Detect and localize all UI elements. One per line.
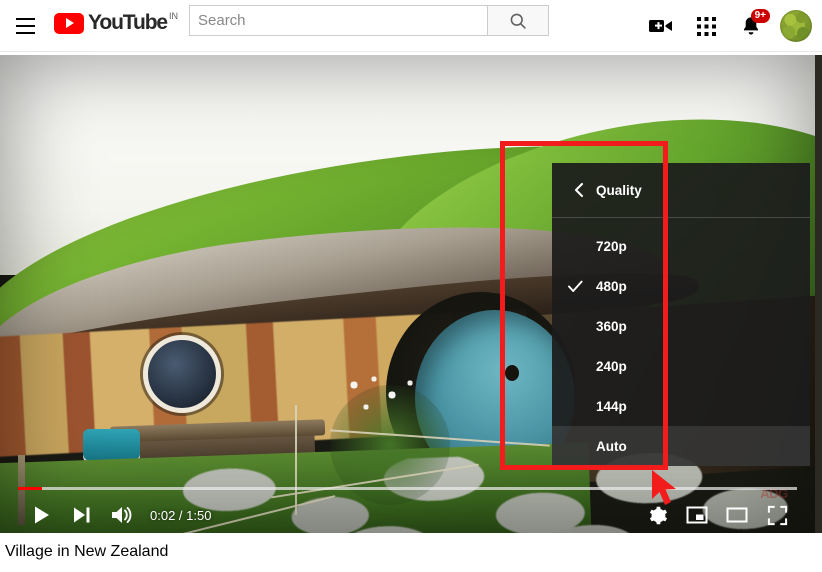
hamburger-menu-icon[interactable] [10, 11, 40, 41]
settings-button[interactable] [637, 498, 677, 532]
quality-option-label: Auto [596, 438, 627, 454]
video-right-edge [815, 55, 822, 533]
play-button[interactable] [22, 498, 62, 532]
youtube-logo-text: YouTube [88, 11, 168, 34]
search-input[interactable] [189, 5, 487, 36]
top-header-bar: YouTube IN Search 9+ [0, 0, 822, 52]
youtube-logo[interactable]: YouTube IN [54, 9, 178, 37]
search-button[interactable] [487, 5, 549, 36]
chevron-left-icon [568, 182, 590, 198]
create-video-button[interactable] [641, 6, 681, 46]
search-bar [189, 5, 549, 36]
miniplayer-icon [686, 506, 708, 524]
quality-menu-title: Quality [596, 182, 642, 198]
quality-option-480p[interactable]: 480p [552, 266, 810, 306]
quality-option-label: 144p [596, 398, 627, 414]
quality-options-list: 720p 480p 360p 240p 144p Auto [552, 218, 810, 466]
video-camera-plus-icon [649, 20, 672, 32]
video-door-knob [505, 365, 519, 381]
theater-mode-icon [726, 507, 748, 523]
quality-menu-back-row[interactable]: Quality [552, 163, 810, 218]
miniplayer-button[interactable] [677, 498, 717, 532]
time-display: 0:02 / 1:50 [150, 507, 212, 523]
quality-option-label: 720p [596, 238, 627, 254]
header-icon-group: 9+ [636, 0, 812, 52]
quality-option-auto[interactable]: Auto [552, 426, 810, 466]
notification-badge: 9+ [750, 9, 770, 23]
play-triangle [66, 18, 74, 28]
hamburger-line [15, 32, 35, 34]
video-title: Village in New Zealand [5, 543, 169, 560]
progress-played [18, 487, 42, 490]
youtube-play-icon [54, 12, 84, 34]
settings-quality-menu[interactable]: Quality 720p 480p 360p 240p 144p Auto [552, 163, 810, 466]
fullscreen-button[interactable] [757, 498, 797, 532]
youtube-watch-page: YouTube IN Search 9+ ADG Quality 720p 48… [0, 0, 822, 572]
fullscreen-icon [767, 505, 787, 525]
youtube-country-code: IN [169, 11, 179, 21]
quality-option-360p[interactable]: 360p [552, 306, 810, 346]
quality-option-label: 240p [596, 358, 627, 374]
hamburger-line [15, 25, 35, 27]
gear-icon [649, 506, 667, 524]
player-controls-left: 0:02 / 1:50 [22, 498, 211, 532]
player-control-bar: 0:02 / 1:50 [0, 480, 815, 533]
volume-button[interactable] [102, 498, 142, 532]
quality-option-144p[interactable]: 144p [552, 386, 810, 426]
apps-grid-icon [696, 16, 716, 36]
volume-icon [112, 507, 132, 523]
avatar[interactable] [780, 10, 812, 42]
youtube-apps-button[interactable] [686, 6, 726, 46]
notifications-button[interactable]: 9+ [731, 6, 771, 46]
search-icon [510, 13, 526, 29]
quality-option-label: 480p [596, 278, 627, 294]
quality-option-240p[interactable]: 240p [552, 346, 810, 386]
next-video-button[interactable] [62, 498, 102, 532]
next-video-icon [74, 507, 90, 523]
progress-bar[interactable] [18, 487, 797, 490]
rope-line [330, 429, 550, 447]
play-icon [35, 506, 49, 524]
theater-mode-button[interactable] [717, 498, 757, 532]
quality-option-label: 360p [596, 318, 627, 334]
checkmark-icon [568, 280, 590, 293]
hamburger-line [15, 18, 35, 20]
quality-option-720p[interactable]: 720p [552, 226, 810, 266]
player-controls-right [637, 498, 797, 532]
